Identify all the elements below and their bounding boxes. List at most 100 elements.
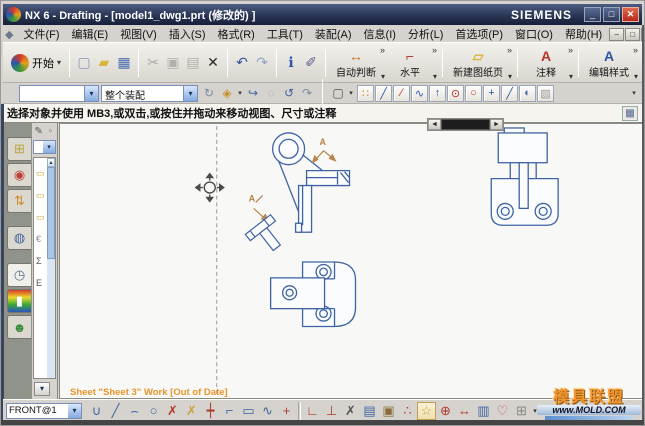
section-arrow-a-top[interactable]: A <box>312 137 337 164</box>
cue-window-icon[interactable]: ▦ <box>622 106 638 121</box>
snap-point-icon[interactable]: ∷ <box>357 85 374 102</box>
pan-view-icon[interactable]: ↷ <box>298 85 316 102</box>
convert-reference-icon[interactable]: ▣ <box>379 402 398 420</box>
menu-insert[interactable]: 插入(S) <box>163 26 212 42</box>
chevron-icon[interactable]: » <box>507 45 512 55</box>
dropdown-arrow-icon[interactable]: ▾ <box>84 86 98 101</box>
scrollbar-thumb[interactable] <box>441 119 490 130</box>
caret-down-icon[interactable]: ▾ <box>569 72 573 81</box>
info-window-icon[interactable]: ℹ <box>281 53 301 73</box>
paste-icon[interactable]: ▤ <box>183 53 203 73</box>
screencast-icon[interactable]: ✐ <box>301 53 321 73</box>
arc-center-icon[interactable]: ⊙ <box>447 85 464 102</box>
create-inferred-constraints-icon[interactable]: ⊕ <box>436 402 455 420</box>
open-folder-icon[interactable]: ▰ <box>94 53 114 73</box>
scroll-left-icon[interactable]: ◄ <box>428 119 441 130</box>
rectangle-select-icon[interactable]: ▢ <box>329 85 347 102</box>
arc-icon[interactable]: ⌢ <box>125 402 144 420</box>
menu-tools[interactable]: 工具(T) <box>261 26 309 42</box>
menu-analysis[interactable]: 分析(L) <box>402 26 449 42</box>
view-rocker-arm[interactable] <box>273 133 350 232</box>
redo-icon[interactable]: ↷ <box>252 53 272 73</box>
back-arrow-icon[interactable]: ↪ <box>244 85 262 102</box>
snap-preview-icon[interactable]: ◈ <box>218 85 236 102</box>
horizontal-dimension-group[interactable]: » ⌐ 水平 ▾ <box>386 45 438 81</box>
new-sheet-group[interactable]: » ▱ 新建图纸页 ▾ <box>447 45 513 81</box>
menu-view[interactable]: 视图(V) <box>114 26 163 42</box>
caret-down-icon[interactable]: ▾ <box>433 72 437 81</box>
dimension-group-icon[interactable]: ▥ <box>474 402 493 420</box>
tab-constraint-navigator[interactable]: ◉ <box>7 163 31 187</box>
navigator-scrollbar[interactable]: ▴ <box>47 158 55 378</box>
caret-down-icon[interactable]: ▾ <box>381 72 385 81</box>
scrollbar-thumb[interactable] <box>47 167 55 259</box>
perpendicular-constraint-icon[interactable]: ∟ <box>303 402 322 420</box>
edit-style-group[interactable]: » A 编辑样式 ▾ <box>583 45 639 81</box>
menu-window[interactable]: 窗口(O) <box>509 26 559 42</box>
inferred-constraints-icon[interactable]: ☆ <box>417 402 436 420</box>
dropdown-arrow-icon[interactable]: ▾ <box>43 141 55 153</box>
view-t-bolt[interactable] <box>245 215 289 258</box>
annotation-group[interactable]: » A 注释 ▾ <box>522 45 574 81</box>
refresh-icon[interactable]: ↻ <box>200 85 218 102</box>
drawing-canvas[interactable]: A A <box>59 123 644 399</box>
auto-dimension-icon[interactable]: ↔ <box>455 402 474 420</box>
caret-down-icon[interactable]: ▾ <box>508 72 512 81</box>
studio-spline-icon[interactable]: ∿ <box>258 402 277 420</box>
menu-edit[interactable]: 编辑(E) <box>66 26 115 42</box>
scroll-down-button[interactable]: ▾ <box>34 382 50 396</box>
dropdown-arrow-icon[interactable]: ▾ <box>183 86 197 101</box>
menu-assemblies[interactable]: 装配(A) <box>309 26 358 42</box>
ghost-selection-icon[interactable]: ◌ <box>262 85 280 102</box>
navigator-tree[interactable]: ▭▭▭€ΣE ▴ <box>33 157 56 379</box>
chevron-icon[interactable]: » <box>432 45 437 55</box>
point-on-edge-icon[interactable]: ╱ <box>501 85 518 102</box>
rotate-view-icon[interactable]: ↺ <box>280 85 298 102</box>
caret-down-icon[interactable]: ▾ <box>236 85 244 102</box>
intersection-point-icon[interactable]: ↑ <box>429 85 446 102</box>
show-all-constraints-icon[interactable]: ▤ <box>360 402 379 420</box>
dropdown-arrow-icon[interactable]: ▾ <box>68 404 81 418</box>
maximize-button[interactable]: □ <box>603 7 620 22</box>
menu-file[interactable]: 文件(F) <box>17 26 65 42</box>
fillet-icon[interactable]: ⌐ <box>220 402 239 420</box>
horizontal-scrollbar[interactable]: ◄ ► <box>427 118 504 131</box>
tab-assembly-navigator[interactable]: ⊞ <box>7 137 31 161</box>
navigator-combo[interactable]: ▾ <box>33 140 56 154</box>
sketch-grid-icon[interactable]: ⊞ <box>512 402 531 420</box>
alternate-solution-icon[interactable]: ∴ <box>398 402 417 420</box>
child-restore-button[interactable]: □ <box>625 28 640 41</box>
profile-icon[interactable]: ∪ <box>87 402 106 420</box>
tab-history[interactable]: ◷ <box>7 263 31 287</box>
line-icon[interactable]: ╱ <box>106 402 125 420</box>
toolbar-options-caret[interactable]: ▾ <box>630 85 638 102</box>
pencil-icon[interactable]: ✎ <box>33 126 45 137</box>
quadrant-point-icon[interactable]: ○ <box>465 85 482 102</box>
closed-profile-icon[interactable]: ♡ <box>493 402 512 420</box>
point-icon[interactable]: + <box>277 402 296 420</box>
tab-internet-explorer[interactable]: ◍ <box>7 226 31 250</box>
start-menu-button[interactable]: 开始 ▾ <box>7 52 65 74</box>
delete-constraint-icon[interactable]: ✗ <box>341 402 360 420</box>
undo-icon[interactable]: ↶ <box>232 53 252 73</box>
view-top[interactable] <box>271 262 356 327</box>
selection-filter-combo[interactable]: ▾ <box>19 85 99 102</box>
title-bar[interactable]: NX 6 - Drafting - [model1_dwg1.prt (修改的)… <box>3 4 642 25</box>
datum-plane-snap-icon[interactable]: ▧ <box>537 85 554 102</box>
existing-point-icon[interactable]: + <box>483 85 500 102</box>
end-point-icon[interactable]: ╱ <box>375 85 392 102</box>
save-icon[interactable]: ▦ <box>114 53 134 73</box>
menu-help[interactable]: 帮助(H) <box>559 26 608 42</box>
menu-format[interactable]: 格式(R) <box>212 26 261 42</box>
menu-information[interactable]: 信息(I) <box>358 26 402 42</box>
menu-preferences[interactable]: 首选项(P) <box>449 26 509 42</box>
point-on-curve-snap-icon[interactable]: ∿ <box>411 85 428 102</box>
new-file-icon[interactable]: ▢ <box>74 53 94 73</box>
chevron-icon[interactable]: » <box>380 45 385 55</box>
scroll-right-icon[interactable]: ► <box>490 119 503 130</box>
offset-curve-icon[interactable]: ✗ <box>182 402 201 420</box>
mid-point-icon[interactable]: ∕ <box>393 85 410 102</box>
tab-roles[interactable]: ☻ <box>7 315 31 339</box>
circle-icon[interactable]: ○ <box>144 402 163 420</box>
constraints-icon[interactable]: ⊥ <box>322 402 341 420</box>
